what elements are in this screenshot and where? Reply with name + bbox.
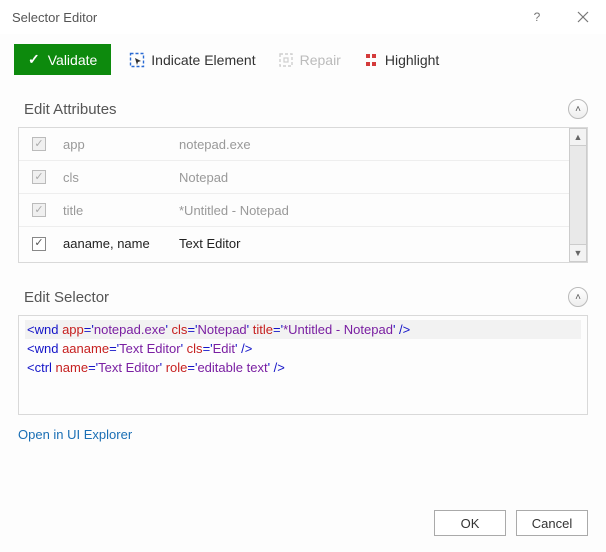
highlight-icon — [363, 52, 379, 68]
help-button[interactable]: ? — [514, 0, 560, 34]
indicate-icon — [129, 52, 145, 68]
collapse-selector-button[interactable]: ˄ — [568, 287, 588, 307]
repair-button: Repair — [274, 50, 345, 70]
validate-button[interactable]: ✓ Validate — [14, 44, 111, 75]
scroll-thumb[interactable] — [570, 146, 586, 244]
attribute-row: title*Untitled - Notepad — [19, 194, 569, 227]
edit-selector-header: Edit Selector ˄ — [0, 277, 606, 315]
chevron-up-icon: ˄ — [575, 104, 581, 115]
highlight-label: Highlight — [385, 52, 439, 68]
attribute-value: *Untitled - Notepad — [179, 203, 569, 218]
collapse-attributes-button[interactable]: ˄ — [568, 99, 588, 119]
attribute-checkbox — [32, 170, 46, 184]
attributes-scrollbar[interactable]: ▲ ▼ — [569, 128, 587, 262]
check-icon: ✓ — [28, 51, 40, 68]
titlebar: Selector Editor ? — [0, 0, 606, 34]
selector-line: <ctrl name='Text Editor' role='editable … — [25, 358, 581, 377]
attribute-row: appnotepad.exe — [19, 128, 569, 161]
scroll-down-button[interactable]: ▼ — [569, 244, 587, 262]
attribute-checkbox[interactable] — [32, 237, 46, 251]
close-button[interactable] — [560, 0, 606, 34]
repair-label: Repair — [300, 52, 341, 68]
attribute-checkbox — [32, 203, 46, 217]
indicate-label: Indicate Element — [151, 52, 255, 68]
highlight-button[interactable]: Highlight — [359, 50, 443, 70]
attribute-checkbox — [32, 137, 46, 151]
ok-button[interactable]: OK — [434, 510, 506, 536]
attribute-name: title — [59, 203, 179, 218]
open-ui-explorer-link[interactable]: Open in UI Explorer — [0, 415, 606, 442]
dialog-footer: OK Cancel — [0, 496, 606, 552]
attribute-name: aaname, name — [59, 236, 179, 251]
attribute-name: cls — [59, 170, 179, 185]
help-icon: ? — [529, 9, 545, 25]
scroll-up-button[interactable]: ▲ — [569, 128, 587, 146]
toolbar: ✓ Validate Indicate Element Repair — [0, 34, 606, 89]
selector-editor-textbox[interactable]: <wnd app='notepad.exe' cls='Notepad' tit… — [18, 315, 588, 415]
close-icon — [575, 9, 591, 25]
edit-selector-title: Edit Selector — [24, 289, 109, 306]
repair-icon — [278, 52, 294, 68]
window-title: Selector Editor — [12, 10, 97, 25]
scroll-track[interactable] — [569, 146, 587, 244]
indicate-element-button[interactable]: Indicate Element — [125, 50, 259, 70]
attribute-name: app — [59, 137, 179, 152]
edit-attributes-header: Edit Attributes ˄ — [0, 89, 606, 127]
attribute-row: aaname, nameText Editor — [19, 227, 569, 260]
selector-editor-window: Selector Editor ? ✓ Validate Indicate El… — [0, 0, 606, 552]
cancel-button[interactable]: Cancel — [516, 510, 588, 536]
attribute-value[interactable]: Text Editor — [179, 236, 569, 251]
attribute-row: clsNotepad — [19, 161, 569, 194]
svg-text:?: ? — [534, 10, 541, 24]
edit-attributes-title: Edit Attributes — [24, 101, 117, 118]
attribute-value: Notepad — [179, 170, 569, 185]
validate-label: Validate — [48, 52, 98, 68]
chevron-up-icon: ˄ — [575, 292, 581, 303]
attribute-value: notepad.exe — [179, 137, 569, 152]
selector-line: <wnd aaname='Text Editor' cls='Edit' /> — [25, 339, 581, 358]
attributes-grid: appnotepad.execlsNotepadtitle*Untitled -… — [18, 127, 588, 263]
selector-line: <wnd app='notepad.exe' cls='Notepad' tit… — [25, 320, 581, 339]
